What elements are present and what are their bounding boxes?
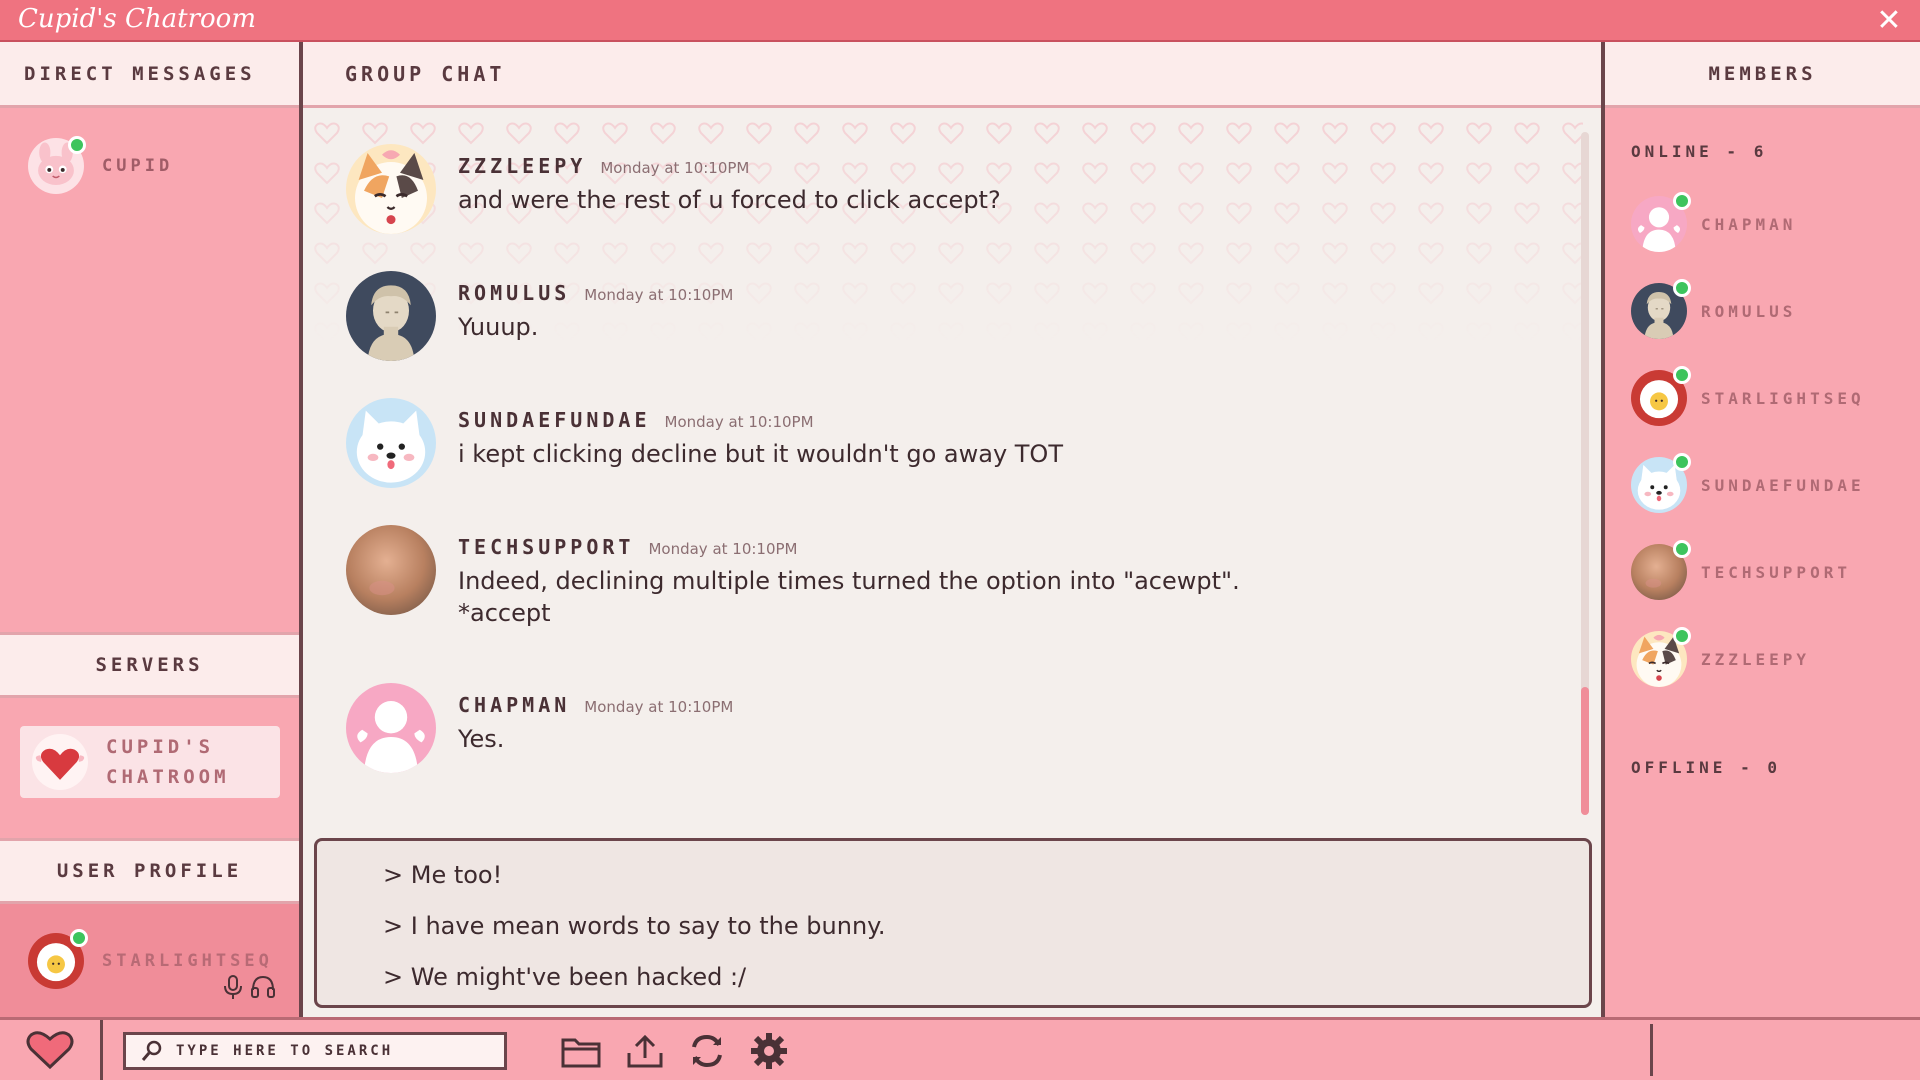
server-list: CUPID'S CHATROOM (0, 698, 299, 838)
member-item-romulus[interactable]: ROMULUS (1631, 279, 1797, 339)
avatar (1631, 627, 1691, 687)
message-item: SUNDAEFUNDAE Monday at 10:10PM i kept cl… (346, 398, 1063, 488)
message-item: ZZZLEEPY Monday at 10:10PM and were the … (346, 144, 1001, 234)
group-chat-header: GROUP CHAT (303, 42, 1601, 108)
app-title: Cupid's Chatroom (18, 4, 256, 34)
heart-icon[interactable] (0, 1020, 103, 1080)
message-author: ZZZLEEPY (458, 154, 587, 178)
message-timestamp: Monday at 10:10PM (600, 159, 750, 177)
upload-icon[interactable] (625, 1032, 665, 1070)
offline-count-label: OFFLINE - 0 (1631, 758, 1781, 777)
message-timestamp: Monday at 10:10PM (664, 413, 814, 431)
avatar[interactable] (346, 144, 436, 234)
online-status-dot (1673, 540, 1691, 558)
avatar[interactable] (346, 525, 436, 615)
reply-composer: > Me too! > I have mean words to say to … (314, 838, 1592, 1008)
member-name: ROMULUS (1701, 301, 1797, 321)
reply-option[interactable]: > I have mean words to say to the bunny. (383, 910, 1589, 961)
profile-username: STARLIGHTSEQ (102, 950, 273, 971)
online-status-dot (1673, 453, 1691, 471)
direct-messages-list: CUPID (0, 108, 299, 632)
microphone-icon[interactable] (222, 974, 244, 1000)
message-text: Yuuup. (458, 313, 539, 341)
member-name: TECHSUPPORT (1701, 562, 1851, 582)
avatar (1631, 453, 1691, 513)
online-status-dot (1673, 627, 1691, 645)
taskbar-divider (1650, 1024, 1653, 1076)
member-name: SUNDAEFUNDAE (1701, 475, 1865, 495)
online-status-dot (68, 136, 86, 154)
search-input[interactable]: TYPE HERE TO SEARCH (123, 1032, 507, 1070)
avatar (1631, 279, 1691, 339)
online-status-dot (1673, 366, 1691, 384)
message-text: Indeed, declining multiple times turned … (458, 567, 1240, 595)
member-item-chapman[interactable]: CHAPMAN (1631, 192, 1797, 252)
close-icon[interactable]: ✕ (1872, 4, 1906, 38)
member-item-sundaefundae[interactable]: SUNDAEFUNDAE (1631, 453, 1865, 513)
message-timestamp: Monday at 10:10PM (584, 698, 734, 716)
group-chat-panel: GROUP CHAT ZZZLEEPY Monday at 10:10PM an… (303, 42, 1605, 1017)
avatar[interactable] (346, 271, 436, 361)
members-header: MEMBERS (1605, 42, 1920, 108)
reply-option[interactable]: > Me too! (383, 859, 1589, 910)
member-name: STARLIGHTSEQ (1701, 388, 1865, 408)
search-placeholder: TYPE HERE TO SEARCH (176, 1043, 394, 1059)
message-author: TECHSUPPORT (458, 535, 635, 559)
message-text: and were the rest of u forced to click a… (458, 186, 1001, 214)
member-name: CHAPMAN (1701, 214, 1797, 234)
avatar (1631, 366, 1691, 426)
member-item-zzzleepy[interactable]: ZZZLEEPY (1631, 627, 1811, 687)
online-status-dot (1673, 279, 1691, 297)
dm-item-cupid[interactable]: CUPID (0, 130, 299, 202)
message-item: TECHSUPPORT Monday at 10:10PM Indeed, de… (346, 525, 1240, 629)
message-list: ZZZLEEPY Monday at 10:10PM and were the … (303, 111, 1583, 871)
avatar (28, 136, 86, 194)
user-profile: STARLIGHTSEQ (0, 904, 299, 1017)
reply-option[interactable]: > We might've been hacked :/ (383, 961, 1589, 1012)
taskbar: TYPE HERE TO SEARCH (0, 1017, 1920, 1080)
message-text: Yes. (458, 725, 505, 753)
heart-server-icon (32, 734, 88, 790)
message-item: CHAPMAN Monday at 10:10PM Yes. (346, 683, 733, 773)
message-text: *accept (458, 599, 551, 627)
message-author: SUNDAEFUNDAE (458, 408, 651, 432)
folder-icon[interactable] (561, 1032, 601, 1070)
dm-item-label: CUPID (102, 156, 174, 176)
search-icon (141, 1040, 162, 1061)
servers-header: SERVERS (0, 632, 299, 698)
server-name-line-1: CUPID'S (106, 736, 215, 758)
avatar (1631, 192, 1691, 252)
message-timestamp: Monday at 10:10PM (648, 540, 798, 558)
members-panel: MEMBERS ONLINE - 6 CHAPMAN ROMULUS STARL… (1605, 42, 1920, 1017)
avatar[interactable] (346, 683, 436, 773)
direct-messages-header: DIRECT MESSAGES (0, 42, 299, 108)
message-author: CHAPMAN (458, 693, 571, 717)
message-timestamp: Monday at 10:10PM (584, 286, 734, 304)
avatar[interactable] (28, 928, 88, 989)
message-item: ROMULUS Monday at 10:10PM Yuuup. (346, 271, 733, 361)
scrollbar-thumb[interactable] (1581, 687, 1589, 815)
title-bar: Cupid's Chatroom ✕ (0, 0, 1920, 42)
online-count-label: ONLINE - 6 (1631, 142, 1768, 161)
online-status-dot (70, 928, 88, 947)
left-sidebar: DIRECT MESSAGES CUPID SERVERS CUPID'S CH… (0, 42, 303, 1017)
online-status-dot (1673, 192, 1691, 210)
member-item-techsupport[interactable]: TECHSUPPORT (1631, 540, 1851, 600)
gear-icon[interactable] (749, 1032, 789, 1070)
avatar (1631, 540, 1691, 600)
server-item-cupids-chatroom[interactable]: CUPID'S CHATROOM (20, 726, 280, 798)
message-text: i kept clicking decline but it wouldn't … (458, 440, 1063, 468)
avatar[interactable] (346, 398, 436, 488)
user-profile-header: USER PROFILE (0, 838, 299, 904)
server-name-line-2: CHATROOM (106, 766, 230, 788)
message-author: ROMULUS (458, 281, 571, 305)
member-name: ZZZLEEPY (1701, 649, 1811, 669)
server-name: CUPID'S CHATROOM (106, 732, 230, 792)
member-item-starlightseq[interactable]: STARLIGHTSEQ (1631, 366, 1865, 426)
chat-scrollbar[interactable] (1581, 132, 1589, 815)
refresh-icon[interactable] (687, 1032, 727, 1070)
headset-icon[interactable] (250, 974, 276, 1000)
